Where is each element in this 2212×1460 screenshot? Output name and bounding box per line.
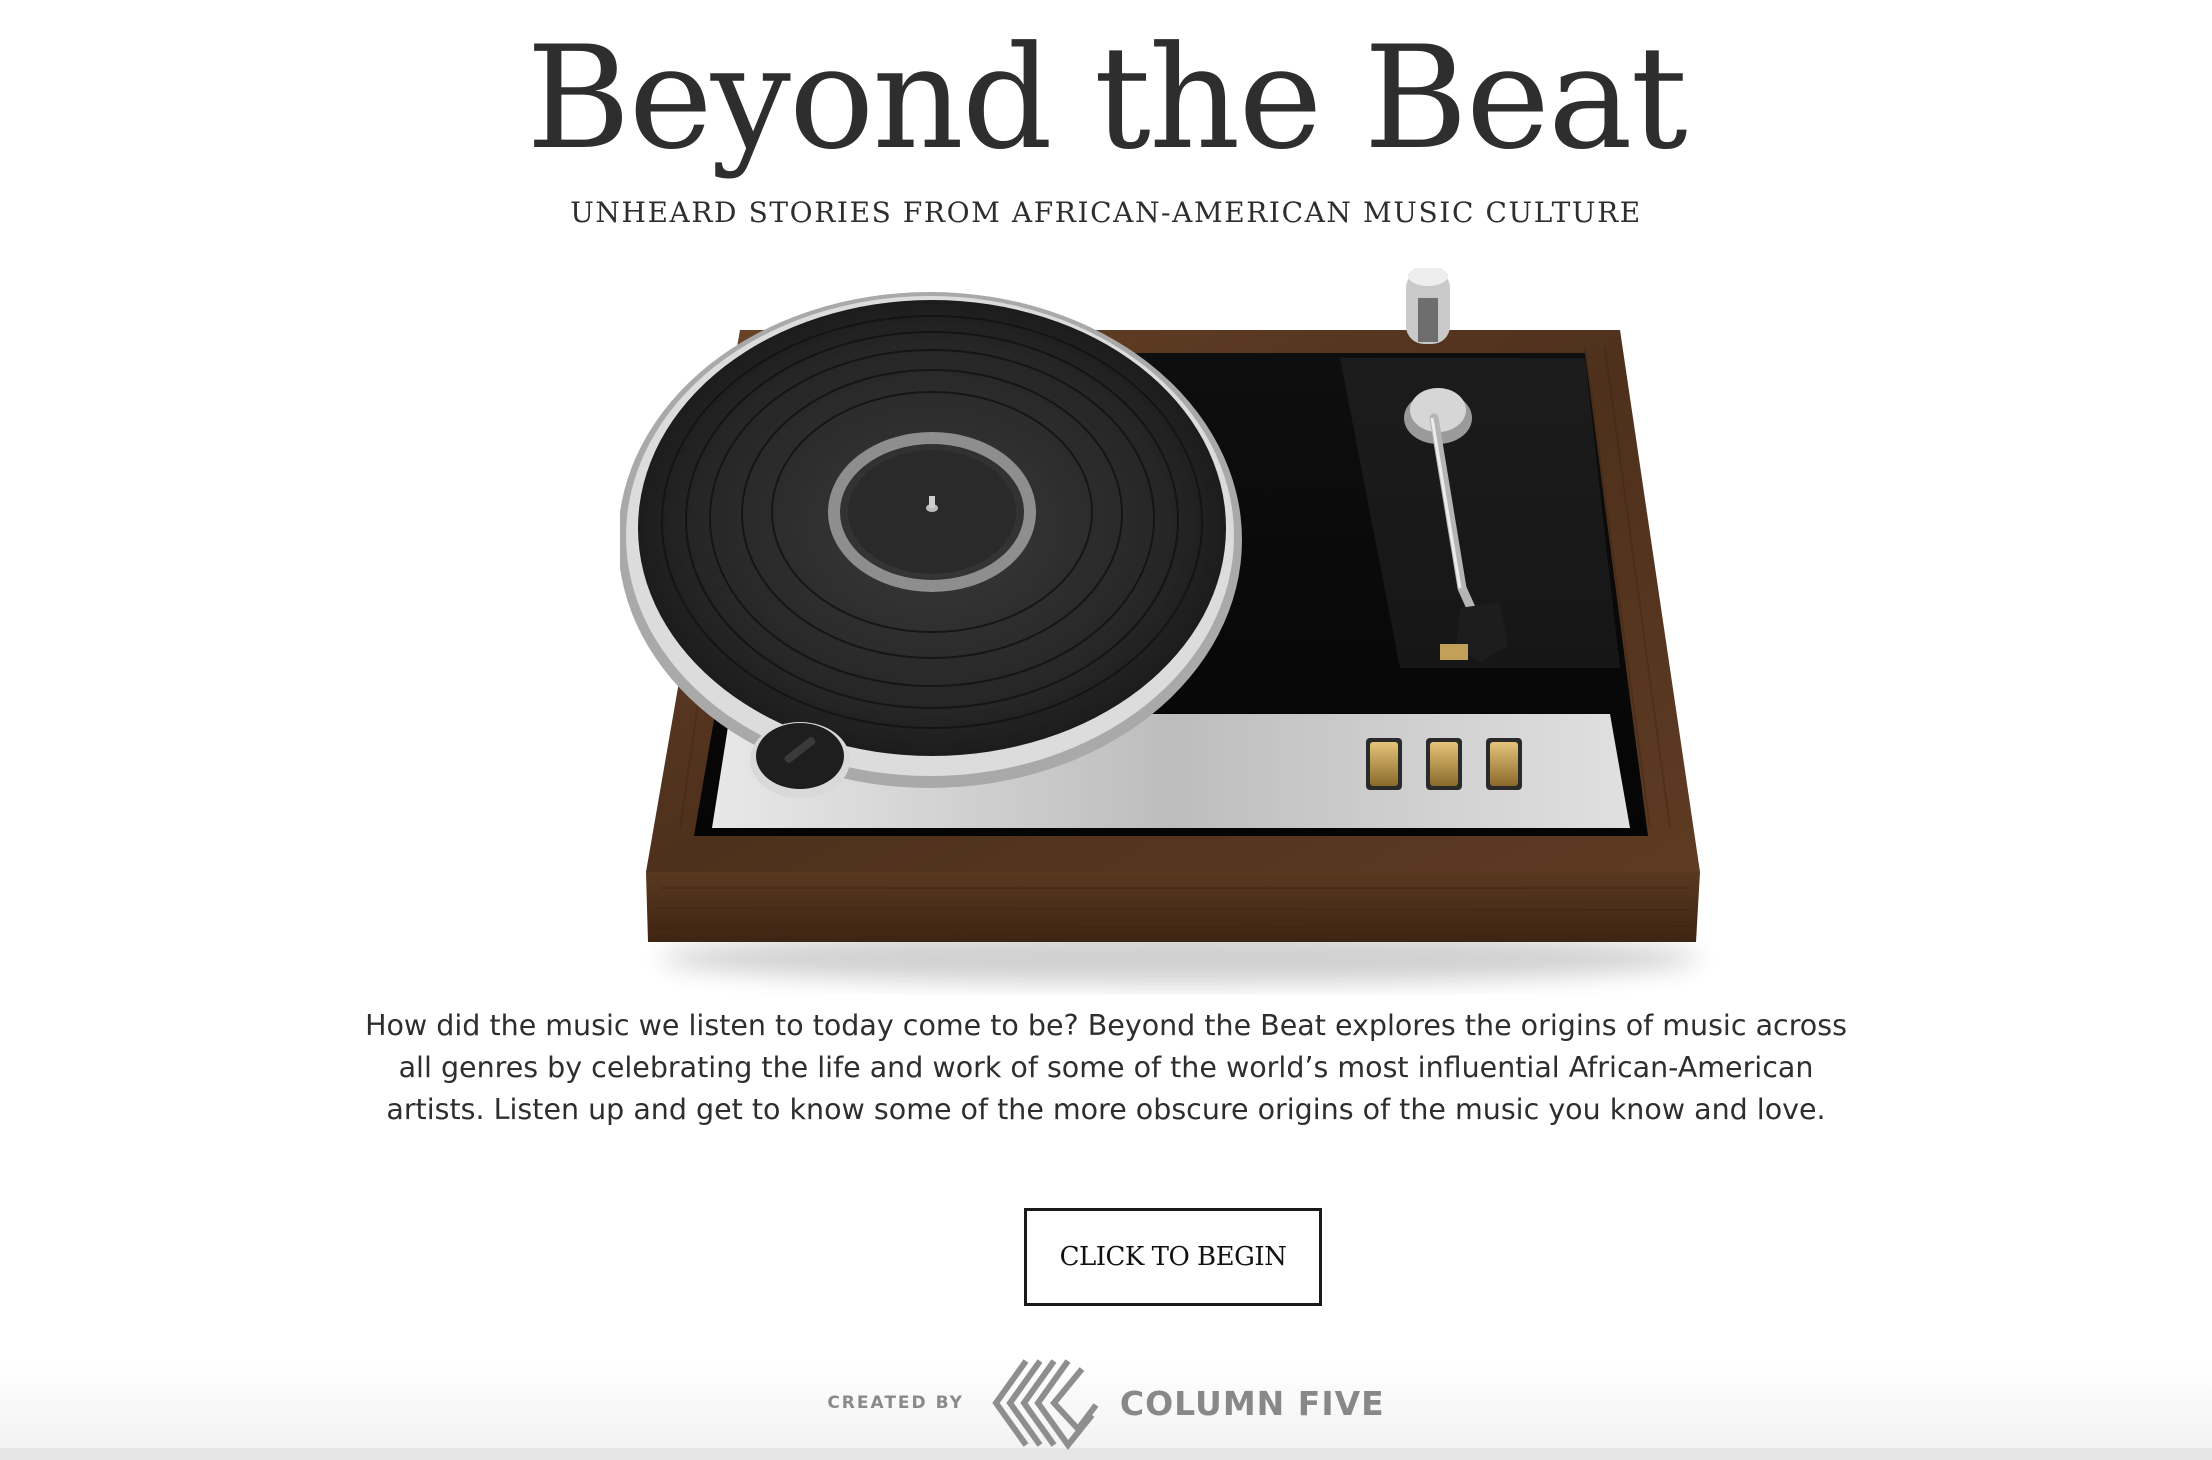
created-by-label: CREATED BY bbox=[827, 1393, 964, 1413]
intro-text: How did the music we listen to today com… bbox=[365, 1009, 1847, 1126]
column-five-brand[interactable]: COLUMN FIVE bbox=[1120, 1384, 1385, 1423]
page-subtitle: UNHEARD STORIES FROM AFRICAN-AMERICAN MU… bbox=[570, 196, 1642, 229]
footer-bar bbox=[0, 1448, 2212, 1460]
column-five-logo-icon[interactable] bbox=[988, 1355, 1100, 1451]
page-title: Beyond the Beat bbox=[526, 16, 1687, 181]
credit-line: CREATED BY COLUMN FIVE bbox=[0, 1359, 2212, 1450]
click-to-begin-button[interactable]: CLICK TO BEGIN bbox=[1024, 1208, 1322, 1306]
turntable-illustration bbox=[620, 268, 1700, 984]
